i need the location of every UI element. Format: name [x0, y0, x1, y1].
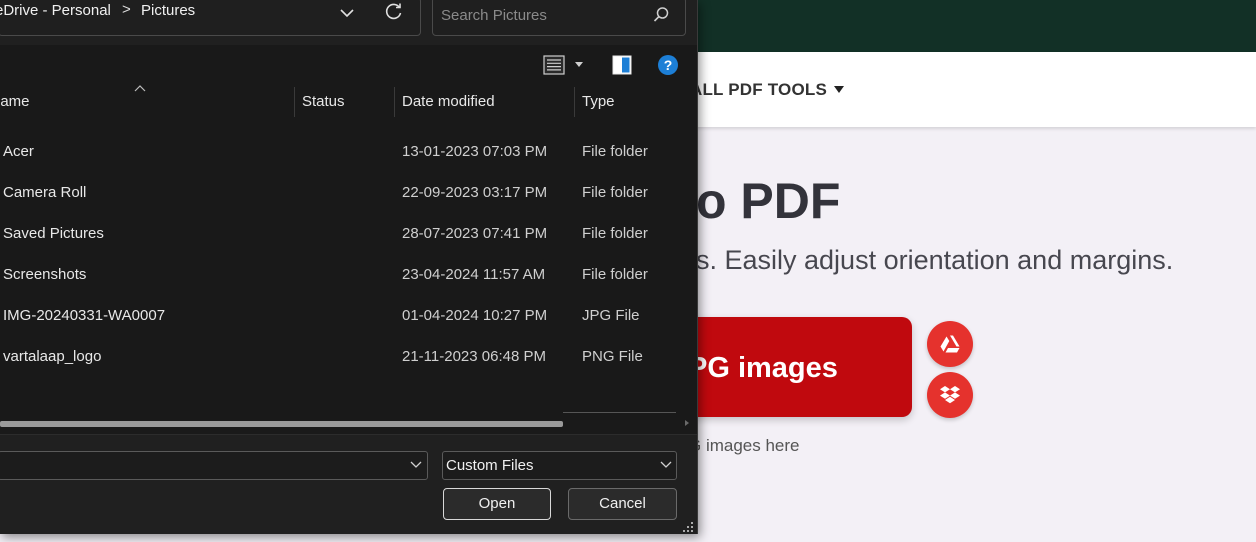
file-name-field[interactable] — [0, 451, 428, 480]
view-options-icon[interactable] — [543, 55, 565, 75]
dialog-footer: Custom Files Open Cancel — [0, 434, 697, 534]
file-row[interactable]: Saved Pictures 28-07-2023 07:41 PM File … — [0, 214, 697, 255]
file-row[interactable]: Screenshots 23-04-2024 11:57 AM File fol… — [0, 255, 697, 296]
help-icon[interactable]: ? — [658, 55, 678, 75]
breadcrumb-separator: > — [122, 1, 131, 18]
file-date: 22-09-2023 03:17 PM — [402, 184, 548, 201]
file-name[interactable]: Saved Pictures — [3, 225, 104, 242]
file-date: 23-04-2024 11:57 AM — [402, 266, 546, 283]
file-type-select[interactable]: Custom Files — [442, 451, 677, 480]
chevron-down-icon[interactable] — [660, 461, 672, 469]
file-type-selected[interactable]: Custom Files — [446, 457, 534, 474]
cancel-button[interactable]: Cancel — [568, 488, 677, 520]
breadcrumb-pictures[interactable]: Pictures — [141, 2, 195, 19]
file-list: lame Status Date modified Type Acer 13-0… — [0, 85, 697, 420]
column-date-modified[interactable]: Date modified — [402, 93, 495, 110]
file-row[interactable]: Acer 13-01-2023 07:03 PM File folder — [0, 132, 697, 173]
breadcrumb-onedrive[interactable]: eDrive - Personal — [0, 2, 111, 19]
sort-ascending-icon — [134, 85, 146, 92]
preview-pane-icon[interactable] — [612, 55, 632, 75]
google-drive-button[interactable] — [927, 321, 973, 367]
file-date: 01-04-2024 10:27 PM — [402, 307, 548, 324]
file-date: 28-07-2023 07:41 PM — [402, 225, 548, 242]
column-name[interactable]: lame — [0, 93, 30, 110]
dialog-toolbar: ? — [0, 45, 697, 85]
page-subtitle: s. Easily adjust orientation and margins… — [696, 245, 1174, 275]
search-input[interactable] — [441, 6, 641, 24]
chevron-down-icon[interactable] — [339, 5, 355, 21]
file-type: JPG File — [582, 307, 640, 324]
file-type: PNG File — [582, 348, 643, 365]
dropbox-icon — [940, 386, 960, 404]
address-strip: eDrive - Personal > Pictures — [0, 0, 697, 45]
file-type: File folder — [582, 266, 648, 283]
column-divider[interactable] — [574, 87, 575, 117]
file-name[interactable]: Camera Roll — [3, 184, 86, 201]
view-options-caret-icon[interactable] — [575, 62, 583, 67]
file-row[interactable]: vartalaap_logo 21-11-2023 06:48 PM PNG F… — [0, 337, 697, 378]
all-pdf-tools-menu[interactable]: ALL PDF TOOLS — [690, 80, 827, 100]
file-type: File folder — [582, 225, 648, 242]
file-open-dialog: eDrive - Personal > Pictures Search Pict… — [0, 0, 698, 534]
search-box[interactable] — [432, 0, 686, 36]
file-name[interactable]: Acer — [3, 143, 34, 160]
file-type: File folder — [582, 184, 648, 201]
column-type[interactable]: Type — [582, 93, 615, 110]
file-row[interactable]: IMG-20240331-WA0007 01-04-2024 10:27 PM … — [0, 296, 697, 337]
horizontal-scrollbar-thumb[interactable] — [0, 421, 563, 427]
scrollbar-divider — [563, 412, 676, 413]
open-button[interactable]: Open — [443, 488, 551, 520]
file-name[interactable]: IMG-20240331-WA0007 — [3, 307, 165, 324]
chevron-down-icon[interactable] — [410, 461, 422, 469]
file-name[interactable]: Screenshots — [3, 266, 86, 283]
caret-down-icon[interactable] — [834, 86, 844, 93]
column-divider[interactable] — [294, 87, 295, 117]
file-name[interactable]: vartalaap_logo — [3, 348, 101, 365]
search-icon[interactable] — [652, 6, 670, 24]
file-row[interactable]: Camera Roll 22-09-2023 03:17 PM File fol… — [0, 173, 697, 214]
refresh-icon[interactable] — [384, 1, 404, 21]
column-divider[interactable] — [394, 87, 395, 117]
resize-grip-icon[interactable] — [682, 521, 694, 533]
drop-hint: G images here — [688, 436, 800, 455]
file-type: File folder — [582, 143, 648, 160]
column-header-row: lame Status Date modified Type — [0, 85, 697, 119]
scroll-right-icon[interactable] — [685, 420, 689, 426]
select-images-label[interactable]: PG images — [688, 352, 838, 385]
file-date: 21-11-2023 06:48 PM — [402, 348, 546, 365]
dropbox-button[interactable] — [927, 372, 973, 418]
page-title: o PDF — [696, 173, 841, 229]
google-drive-icon — [940, 335, 960, 353]
address-bar[interactable]: eDrive - Personal > Pictures — [0, 0, 421, 36]
file-date: 13-01-2023 07:03 PM — [402, 143, 548, 160]
column-status[interactable]: Status — [302, 93, 345, 110]
